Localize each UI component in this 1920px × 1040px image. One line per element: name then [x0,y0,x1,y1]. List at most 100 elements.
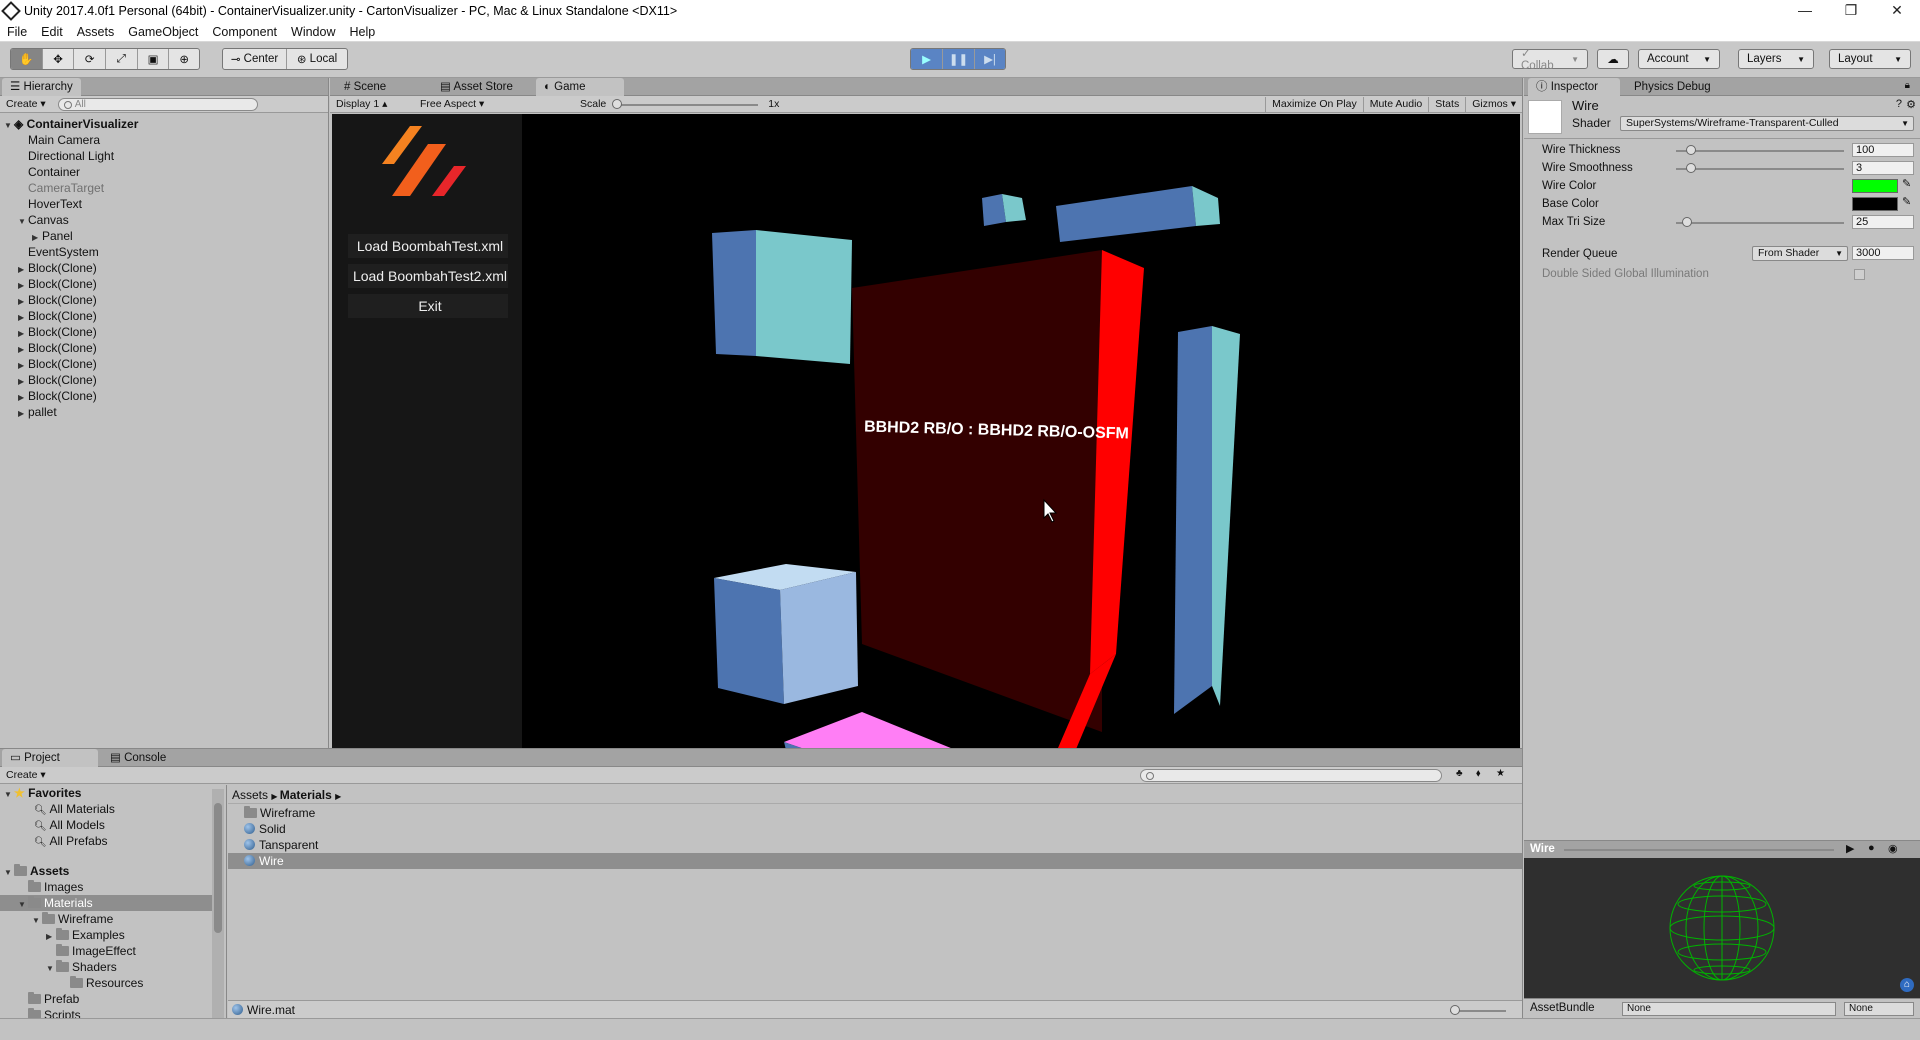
tab-game[interactable]: ◐ Game [536,78,624,96]
display-dropdown[interactable]: Display 1 ▴ [330,97,414,112]
scale-slider-knob[interactable] [612,98,623,109]
hierarchy-item[interactable]: ▶ Panel [32,228,73,244]
fold-open-icon[interactable]: ▼ [18,214,28,230]
hierarchy-item[interactable]: HoverText [18,196,82,212]
tab-physics-debug[interactable]: Physics Debug [1626,78,1719,96]
account-dropdown[interactable]: Account ▼ [1638,49,1720,69]
tree-scrollbar-thumb[interactable] [214,803,222,933]
fold-open-icon[interactable]: ▼ [32,913,42,929]
mute-audio-toggle[interactable]: Mute Audio [1362,96,1429,112]
file-item[interactable]: Wireframe [228,805,1522,821]
tab-inspector[interactable]: ⓘ Inspector [1528,78,1620,96]
pause-button-icon[interactable]: ❚❚ [943,49,975,69]
panel-divider-right[interactable] [1522,78,1523,1018]
hierarchy-item[interactable]: ▶ pallet [18,404,57,420]
tab-scene[interactable]: # Scene [336,78,394,96]
hierarchy-search-input[interactable]: All [57,97,258,111]
menu-edit[interactable]: Edit [34,22,70,42]
exit-button[interactable]: Exit [350,298,510,314]
game-viewport[interactable]: Load BoombahTest.xml Load BoombahTest2.x… [332,114,1520,748]
panel-divider[interactable] [328,78,329,748]
lock-icon[interactable]: 🔒︎ [1905,80,1910,91]
folder-tree-item[interactable]: ▼ Shaders [46,959,117,975]
folder-tree-item[interactable]: ImageEffect [46,943,136,959]
render-queue-dropdown[interactable]: From Shader ▼ [1752,246,1848,261]
filter-label-icon[interactable]: ⬧ [1476,768,1481,779]
dsgi-checkbox[interactable] [1854,269,1865,280]
tab-project[interactable]: ▭ Project [2,749,98,767]
layers-dropdown[interactable]: Layers ▼ [1738,49,1814,69]
rect-tool-icon[interactable]: ▣ [138,49,170,69]
favorite-item[interactable]: 🔍︎ All Materials [34,801,115,817]
hierarchy-item[interactable]: Directional Light [18,148,114,164]
cloud-button[interactable]: ☁ [1597,49,1629,69]
hierarchy-item[interactable]: Main Camera [18,132,100,148]
close-button[interactable]: ✕ [1874,0,1920,22]
scale-tool-icon[interactable]: ⤢ [106,49,138,69]
folder-tree-item[interactable]: Resources [60,975,143,991]
hierarchy-item[interactable]: ▶ Block(Clone) [18,292,97,308]
tab-asset-store[interactable]: ▤ Asset Store [432,78,521,96]
menu-assets[interactable]: Assets [70,22,122,42]
hierarchy-item[interactable]: ▶ Block(Clone) [18,388,97,404]
tag-icon[interactable]: ⌂ [1900,978,1914,992]
folder-tree-item[interactable]: ▼ Materials [0,895,212,911]
pivot-center-button[interactable]: ⊸ Center [223,49,287,69]
layout-dropdown[interactable]: Layout ▼ [1829,49,1911,69]
wire-color-swatch[interactable] [1852,179,1898,193]
rotate-tool-icon[interactable]: ⟳ [74,49,107,69]
collab-dropdown[interactable]: ✓ Collab ▼ [1512,48,1588,72]
transform-all-tool-icon[interactable]: ⊕ [169,49,199,69]
aspect-dropdown[interactable]: Free Aspect ▾ [414,97,574,112]
hierarchy-item[interactable]: ▼ Canvas [18,212,69,228]
file-item[interactable]: Wire [228,853,1522,869]
favorites-root[interactable]: ▼ ★ Favorites [4,785,81,801]
favorite-item[interactable]: 🔍︎ All Models [34,817,105,833]
wire-smoothness-field[interactable]: 3 [1852,161,1914,175]
scene-root[interactable]: ▼ ◈ ContainerVisualizer [4,116,138,132]
max-tri-size-slider[interactable] [1682,217,1692,227]
hierarchy-item[interactable]: ▶ Block(Clone) [18,324,97,340]
eyedropper-icon[interactable]: ✎ [1902,195,1911,208]
hand-tool-icon[interactable]: ✋ [11,49,43,69]
stats-toggle[interactable]: Stats [1428,96,1465,112]
hierarchy-item[interactable]: Container [18,164,80,180]
hierarchy-create-dropdown[interactable]: Create ▾ [0,97,52,112]
minimize-button[interactable]: — [1782,0,1828,22]
assetbundle-variant-dropdown[interactable]: None [1844,1002,1914,1016]
restore-button[interactable]: ❐ [1828,0,1874,22]
project-create-dropdown[interactable]: Create ▾ [0,768,52,783]
load-boombahtest2-button[interactable]: Load BoombahTest2.xml [350,268,510,284]
project-search-input[interactable] [1140,769,1442,782]
assets-root[interactable]: ▼ Assets [4,863,69,879]
breadcrumb-assets[interactable]: Assets [232,788,268,802]
folder-tree-item[interactable]: Prefab [18,991,79,1007]
hierarchy-item[interactable]: ▶ Block(Clone) [18,260,97,276]
filter-type-icon[interactable]: ♣ [1456,768,1463,779]
hierarchy-item[interactable]: ▶ Block(Clone) [18,308,97,324]
shader-dropdown[interactable]: SuperSystems/Wireframe-Transparent-Culle… [1620,116,1914,131]
max-tri-size-field[interactable]: 25 [1852,215,1914,229]
move-tool-icon[interactable]: ✥ [43,49,75,69]
fold-open-icon[interactable]: ▼ [4,118,14,134]
load-boombahtest-button[interactable]: Load BoombahTest.xml [350,238,510,254]
eyedropper-icon[interactable]: ✎ [1902,177,1911,190]
menu-window[interactable]: Window [284,22,342,42]
breadcrumb-materials[interactable]: Materials [280,788,332,802]
favorite-star-icon[interactable]: ★ [1496,768,1505,779]
gizmos-dropdown[interactable]: Gizmos ▾ [1465,96,1522,112]
play-button-icon[interactable]: ▶ [911,49,943,69]
material-preview[interactable]: ⌂ [1524,858,1920,998]
tab-console[interactable]: ▤ Console [102,749,174,767]
folder-tree-item[interactable]: ▶ Examples [46,927,125,943]
folder-tree-item[interactable]: ▼ Wireframe [32,911,113,927]
fold-open-icon[interactable]: ▼ [4,865,14,881]
fold-closed-icon[interactable]: ▶ [18,406,28,422]
fold-open-icon[interactable]: ▼ [18,897,28,913]
hierarchy-item[interactable]: ▶ Block(Clone) [18,372,97,388]
file-item[interactable]: Tansparent [228,837,1522,853]
step-button-icon[interactable]: ▶| [975,49,1005,69]
fold-open-icon[interactable]: ▼ [46,961,56,977]
menu-gameobject[interactable]: GameObject [121,22,205,42]
pivot-local-button[interactable]: ⊛ Local [287,49,347,69]
